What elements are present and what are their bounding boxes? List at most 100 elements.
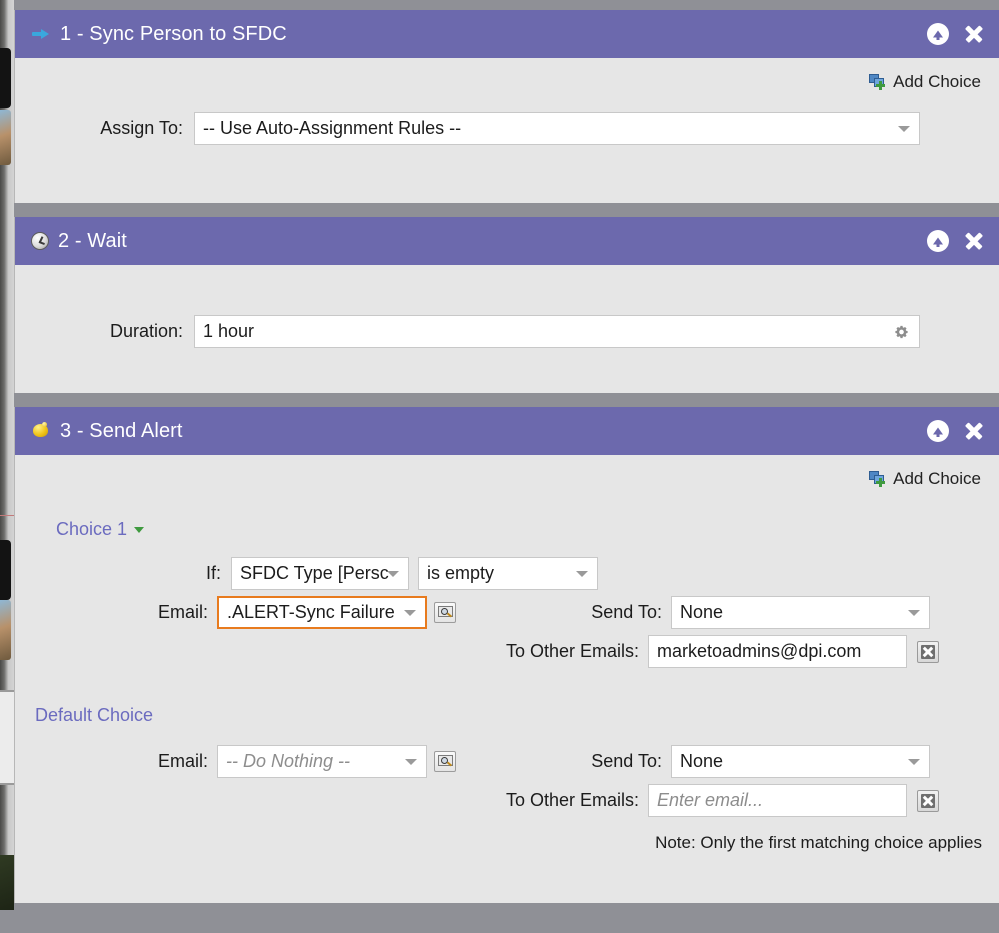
default-send-to-value: None [680, 751, 724, 771]
choice-1-link[interactable]: Choice 1 [56, 519, 145, 540]
assign-to-label: Assign To: [100, 118, 183, 138]
close-icon[interactable] [963, 23, 985, 45]
flow-step-2-header: 2 - Wait [15, 217, 999, 265]
default-email-value: -- Do Nothing -- [226, 751, 351, 771]
step-gap-2-3 [14, 393, 999, 407]
background-thumbnail-b [0, 600, 11, 660]
flow-step-3-actions [927, 420, 985, 442]
default-to-other-emails-placeholder: Enter email... [657, 790, 764, 810]
flow-step-2: 2 - Wait Duration: 1 hour [14, 217, 999, 393]
matching-note-row: Note: Only the first matching choice app… [15, 817, 999, 853]
collapse-step-icon[interactable] [927, 420, 949, 442]
chevron-down-icon [387, 570, 399, 577]
background-divider-line [0, 515, 14, 516]
step-gap-top [14, 0, 999, 10]
choice-1-other-emails-row: To Other Emails: marketoadmins@dpi.com [15, 635, 999, 668]
if-label: If: [205, 563, 221, 583]
flow-step-1-add-choice-row: Add Choice [15, 58, 999, 92]
if-operator-value: is empty [427, 563, 495, 583]
email-value: .ALERT-Sync Failure [227, 602, 395, 622]
flow-step-2-title: 2 - Wait [58, 229, 127, 252]
clear-other-emails-icon[interactable] [917, 789, 939, 812]
chevron-down-icon [404, 609, 416, 616]
add-choice-icon [869, 471, 887, 487]
email-label: Email: [157, 602, 208, 622]
chevron-down-icon [908, 758, 920, 765]
background-window-b [0, 540, 11, 600]
if-operator-select[interactable]: is empty [418, 557, 598, 590]
add-choice-icon [869, 74, 887, 90]
to-other-emails-label: To Other Emails: [505, 641, 639, 661]
background-thumbnail-a [0, 110, 11, 165]
step-gap-1-2 [14, 203, 999, 217]
desktop-background-sliver [0, 0, 14, 910]
add-choice-label: Add Choice [893, 469, 981, 488]
to-other-emails-value: marketoadmins@dpi.com [657, 641, 862, 661]
flow-step-1-body: Add Choice Assign To: -- Use Auto-Assign… [15, 58, 999, 203]
clock-icon [31, 232, 49, 250]
send-to-select[interactable]: None [671, 596, 930, 629]
choice-1-header-row: Choice 1 [15, 489, 999, 540]
email-preview-icon[interactable] [434, 602, 456, 623]
flow-steps-scroll-area[interactable]: 1 - Sync Person to SFDC Add Choice Assig… [14, 0, 999, 933]
email-label: Email: [157, 751, 208, 771]
duration-input[interactable]: 1 hour [194, 315, 920, 348]
default-choice-other-emails-row: To Other Emails: Enter email... [15, 784, 999, 817]
close-icon[interactable] [963, 420, 985, 442]
default-to-other-emails-input[interactable]: Enter email... [648, 784, 907, 817]
flow-step-1-title: 1 - Sync Person to SFDC [60, 22, 287, 45]
add-choice-button[interactable]: Add Choice [869, 469, 981, 489]
duration-label: Duration: [109, 321, 183, 341]
chevron-down-icon [908, 609, 920, 616]
add-choice-label: Add Choice [893, 72, 981, 91]
clear-other-emails-icon[interactable] [917, 640, 939, 663]
flow-step-1-header: 1 - Sync Person to SFDC [15, 10, 999, 58]
send-to-label: Send To: [591, 602, 662, 622]
duration-value: 1 hour [203, 321, 255, 341]
background-window-a [0, 48, 11, 108]
choice-1-label: Choice 1 [56, 519, 128, 539]
default-email-select[interactable]: -- Do Nothing -- [217, 745, 427, 778]
background-window-d [0, 855, 14, 910]
email-select[interactable]: .ALERT-Sync Failure [217, 596, 427, 629]
send-to-label: Send To: [591, 751, 662, 771]
assign-to-select[interactable]: -- Use Auto-Assignment Rules -- [194, 112, 920, 145]
flow-step-3-body: Add Choice Choice 1 If: SFDC Type [Persc… [15, 455, 999, 903]
matching-note: Note: Only the first matching choice app… [655, 833, 982, 852]
bell-icon [31, 421, 51, 441]
flow-step-3: 3 - Send Alert Add Choice Choice 1 If: S… [14, 407, 999, 903]
flow-step-3-header: 3 - Send Alert [15, 407, 999, 455]
duration-row: Duration: 1 hour [15, 265, 999, 348]
arrow-right-icon [31, 24, 51, 44]
close-icon[interactable] [963, 230, 985, 252]
background-window-c [0, 690, 14, 785]
flow-step-1: 1 - Sync Person to SFDC Add Choice Assig… [14, 10, 999, 203]
choice-1-email-row: Email: .ALERT-Sync Failure Send To: None [15, 596, 999, 629]
chevron-down-icon [576, 570, 588, 577]
add-choice-button[interactable]: Add Choice [869, 72, 981, 92]
flow-step-2-actions [927, 230, 985, 252]
default-send-to-select[interactable]: None [671, 745, 930, 778]
step-gap-bottom [14, 903, 999, 933]
assign-to-row: Assign To: -- Use Auto-Assignment Rules … [15, 112, 999, 145]
to-other-emails-label: To Other Emails: [505, 790, 639, 810]
chevron-down-icon [405, 758, 417, 765]
chevron-down-icon [898, 125, 910, 132]
chevron-down-icon [134, 526, 145, 533]
default-choice-email-row: Email: -- Do Nothing -- Send To: None [15, 745, 999, 778]
gear-icon[interactable] [894, 324, 909, 339]
collapse-step-icon[interactable] [927, 230, 949, 252]
flow-step-1-actions [927, 23, 985, 45]
default-choice-label: Default Choice [35, 705, 154, 725]
if-field-select[interactable]: SFDC Type [Persc [231, 557, 409, 590]
email-preview-icon[interactable] [434, 751, 456, 772]
flow-step-3-title: 3 - Send Alert [60, 419, 183, 442]
send-to-value: None [680, 602, 724, 622]
choice-1-if-row: If: SFDC Type [Persc is empty [15, 557, 999, 590]
assign-to-value: -- Use Auto-Assignment Rules -- [203, 118, 462, 138]
flow-step-3-add-choice-row: Add Choice [15, 455, 999, 489]
collapse-step-icon[interactable] [927, 23, 949, 45]
to-other-emails-input[interactable]: marketoadmins@dpi.com [648, 635, 907, 668]
flow-step-2-body: Duration: 1 hour [15, 265, 999, 393]
if-field-value: SFDC Type [Persc [240, 563, 389, 583]
